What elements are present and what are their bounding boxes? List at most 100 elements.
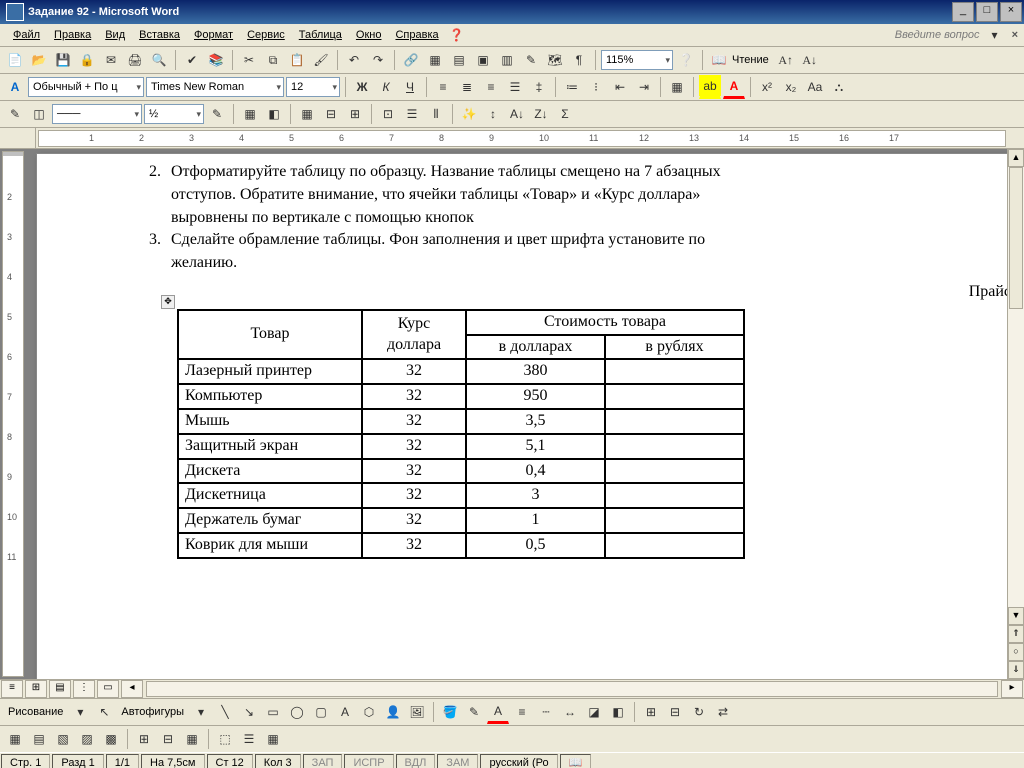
web-view-icon[interactable]: ⊞ [25, 680, 47, 698]
numbering-icon[interactable]: ≔ [561, 76, 583, 98]
menu-window[interactable]: Окно [349, 27, 389, 43]
text-direction-icon[interactable]: ↕ [482, 103, 504, 125]
next-page-icon[interactable]: ⇓ [1008, 661, 1024, 679]
hscroll-right-icon[interactable]: ▸ [1001, 680, 1023, 698]
cell-product[interactable]: Лазерный принтер [178, 359, 362, 384]
cell-usd[interactable]: 3,5 [466, 409, 605, 434]
autoformat-icon[interactable]: ✨ [458, 103, 480, 125]
cell-product[interactable]: Дискетница [178, 483, 362, 508]
menu-insert[interactable]: Вставка [132, 27, 187, 43]
autosum-icon[interactable]: Σ [554, 103, 576, 125]
subscript-icon[interactable]: x₂ [780, 76, 802, 98]
change-case-icon[interactable]: Aa [804, 76, 826, 98]
menu-service[interactable]: Сервис [240, 27, 292, 43]
scroll-thumb[interactable] [1009, 167, 1023, 309]
dash-icon[interactable]: ┄ [535, 701, 557, 723]
cell-product[interactable]: Мышь [178, 409, 362, 434]
doc-close-button[interactable]: × [1012, 29, 1018, 41]
cell-rub[interactable] [605, 459, 744, 484]
highlight-icon[interactable]: ab [699, 75, 721, 99]
table-row[interactable]: Дискета320,4 [178, 459, 744, 484]
insert-table-icon[interactable]: ▤ [448, 49, 470, 71]
maximize-button[interactable]: □ [976, 2, 998, 22]
fill-color-icon[interactable]: 🪣 [439, 701, 461, 723]
help-icon[interactable]: ❓ [446, 24, 468, 46]
status-ext[interactable]: ВДЛ [396, 754, 436, 768]
3d-icon[interactable]: ◧ [607, 701, 629, 723]
et10-icon[interactable]: ☰ [238, 728, 260, 750]
copy-icon[interactable]: ⧉ [262, 49, 284, 71]
format-painter-icon[interactable]: 🖌 [310, 49, 332, 71]
merge-cells-icon[interactable]: ⊟ [320, 103, 342, 125]
styles-pane-icon[interactable]: A [4, 76, 26, 98]
draw-table-icon[interactable]: ✎ [4, 103, 26, 125]
cell-rate[interactable]: 32 [362, 384, 466, 409]
cell-rate[interactable]: 32 [362, 459, 466, 484]
group-icon[interactable]: ⊞ [640, 701, 662, 723]
cell-product[interactable]: Держатель бумаг [178, 508, 362, 533]
align-tl-icon[interactable]: ⊡ [377, 103, 399, 125]
table-row[interactable]: Дискетница323 [178, 483, 744, 508]
rotate-icon[interactable]: ↻ [688, 701, 710, 723]
et4-icon[interactable]: ▨ [76, 728, 98, 750]
cell-rate[interactable]: 32 [362, 359, 466, 384]
mail-icon[interactable]: ✉ [100, 49, 122, 71]
et1-icon[interactable]: ▦ [4, 728, 26, 750]
line-style-combo[interactable]: ─── [52, 104, 142, 124]
workspace[interactable]: 2.Отформатируйте таблицу по образцу. Наз… [26, 149, 1007, 679]
ask-dropdown[interactable]: ▾ [984, 24, 1006, 46]
hscroll-left-icon[interactable]: ◂ [121, 680, 143, 698]
status-trk[interactable]: ИСПР [344, 754, 393, 768]
price-table[interactable]: Товар Курс доллара Стоимость товара в до… [177, 309, 745, 559]
status-spell-icon[interactable]: 📖 [560, 754, 592, 768]
table-move-handle[interactable]: ✥ [161, 295, 175, 309]
cell-rub[interactable] [605, 483, 744, 508]
bold-icon[interactable]: Ж [351, 76, 373, 98]
et9-icon[interactable]: ⬚ [214, 728, 236, 750]
columns-icon[interactable]: ▥ [496, 49, 518, 71]
table-row[interactable]: Защитный экран325,1 [178, 434, 744, 459]
show-marks-icon[interactable]: ¶ [568, 49, 590, 71]
border-color-icon[interactable]: ✎ [206, 103, 228, 125]
font-color2-icon[interactable]: A [487, 700, 509, 724]
table-row[interactable]: Мышь323,5 [178, 409, 744, 434]
cell-rub[interactable] [605, 508, 744, 533]
reading-label[interactable]: Чтение [732, 54, 769, 66]
align-justify-icon[interactable]: ☰ [504, 76, 526, 98]
eraser-icon[interactable]: ◫ [28, 103, 50, 125]
size-combo[interactable]: 12 [286, 77, 340, 97]
font-combo[interactable]: Times New Roman [146, 77, 284, 97]
table-row[interactable]: Компьютер32950 [178, 384, 744, 409]
font-grow-icon[interactable]: A↑ [775, 49, 797, 71]
line-weight-combo[interactable]: ½ [144, 104, 204, 124]
drawing-icon[interactable]: ✎ [520, 49, 542, 71]
picture-icon[interactable]: 🖼 [406, 701, 428, 723]
superscript-icon[interactable]: x² [756, 76, 778, 98]
diagram-icon[interactable]: ⬡ [358, 701, 380, 723]
et6-icon[interactable]: ⊞ [133, 728, 155, 750]
indent-icon[interactable]: ⇥ [633, 76, 655, 98]
italic-icon[interactable]: К [375, 76, 397, 98]
line-weight-icon[interactable]: ≡ [511, 701, 533, 723]
print-view-icon[interactable]: ▤ [49, 680, 71, 698]
status-rec[interactable]: ЗАП [303, 754, 343, 768]
cell-product[interactable]: Коврик для мыши [178, 533, 362, 558]
distribute-cols-icon[interactable]: ⦀ [425, 103, 447, 125]
menu-help[interactable]: Справка [388, 27, 445, 43]
print-icon[interactable]: 🖨 [124, 49, 146, 71]
flip-icon[interactable]: ⇄ [712, 701, 734, 723]
minimize-button[interactable]: _ [952, 2, 974, 22]
cell-rate[interactable]: 32 [362, 483, 466, 508]
arrow-style-icon[interactable]: ↔ [559, 701, 581, 723]
bullets-icon[interactable]: ⁝ [585, 76, 607, 98]
cell-rate[interactable]: 32 [362, 533, 466, 558]
drawing-label[interactable]: Рисование [4, 706, 67, 718]
horizontal-ruler[interactable]: 12 34 56 78 910 1112 1314 1516 17 [38, 130, 1006, 147]
cut-icon[interactable]: ✂ [238, 49, 260, 71]
cell-rub[interactable] [605, 359, 744, 384]
oval-icon[interactable]: ◯ [286, 701, 308, 723]
font-color-icon[interactable]: A [723, 75, 745, 99]
et7-icon[interactable]: ⊟ [157, 728, 179, 750]
et8-icon[interactable]: ▦ [181, 728, 203, 750]
select-icon[interactable]: ↖ [93, 701, 115, 723]
